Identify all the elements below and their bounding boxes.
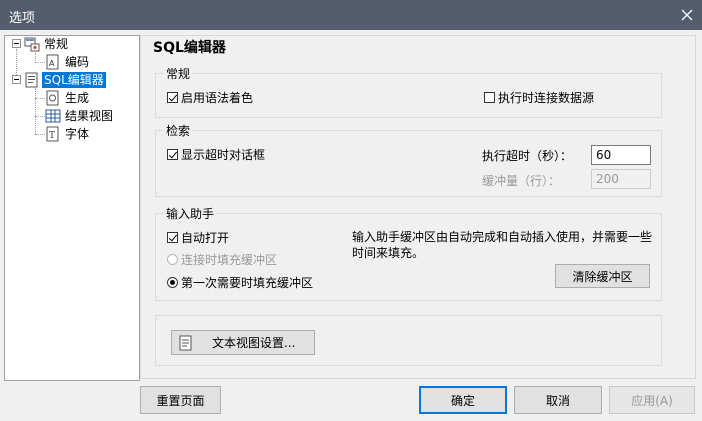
input-assistant-group-title: 输入助手 bbox=[164, 205, 217, 222]
generate-icon bbox=[46, 90, 59, 106]
sql-editor-icon bbox=[25, 72, 38, 88]
cancel-button[interactable]: 取消 bbox=[514, 386, 602, 414]
page-title: SQL编辑器 bbox=[153, 40, 226, 56]
window-title: 选项 bbox=[9, 11, 36, 26]
input-assistant-help-text: 输入助手缓冲区由自动完成和自动插入使用，并需要一些时间来填充。 bbox=[352, 230, 653, 260]
show-timeout-dialog-checkbox[interactable]: 显示超时对话框 bbox=[167, 146, 265, 163]
radio-circle bbox=[167, 254, 178, 265]
reset-page-button[interactable]: 重置页面 bbox=[140, 386, 221, 414]
exec-timeout-label: 执行超时（秒）： bbox=[482, 149, 573, 163]
checkbox-box bbox=[167, 92, 178, 103]
fill-on-first-need-radio[interactable]: 第一次需要时填充缓冲区 bbox=[167, 274, 313, 291]
clear-buffer-button[interactable]: 清除缓冲区 bbox=[555, 264, 650, 288]
auto-open-checkbox[interactable]: 自动打开 bbox=[167, 229, 229, 246]
text-view-settings-button[interactable]: 文本视图设置... bbox=[171, 330, 315, 355]
options-tree[interactable]: 常规 A 编码 SQL编辑器 生成 结果视图 T 字体 bbox=[4, 35, 140, 381]
title-bar: 选项 bbox=[0, 0, 702, 30]
buffer-rows-input[interactable]: 200 bbox=[591, 169, 651, 189]
close-icon bbox=[681, 9, 693, 21]
checkbox-box bbox=[167, 149, 178, 160]
tree-line bbox=[35, 134, 45, 135]
search-group bbox=[155, 130, 662, 197]
grid-icon bbox=[45, 109, 61, 123]
collapse-toggle-sql-editor[interactable] bbox=[12, 75, 21, 84]
svg-text:A: A bbox=[49, 59, 55, 68]
tree-item-general[interactable]: 常规 bbox=[24, 35, 70, 53]
tree-item-result-view[interactable]: 结果视图 bbox=[45, 107, 115, 125]
fill-on-connect-radio[interactable]: 连接时填充缓冲区 bbox=[167, 251, 277, 268]
radio-circle bbox=[167, 277, 178, 288]
checkbox-box bbox=[167, 232, 178, 243]
tree-line bbox=[35, 116, 45, 117]
buffer-rows-label: 缓冲量（行）： bbox=[482, 174, 561, 188]
general-group-title: 常规 bbox=[164, 65, 193, 82]
connect-on-execute-checkbox[interactable]: 执行时连接数据源 bbox=[484, 89, 594, 106]
ok-button[interactable]: 确定 bbox=[419, 386, 507, 414]
tree-line bbox=[35, 88, 36, 134]
encoding-icon: A bbox=[46, 54, 59, 70]
svg-text:T: T bbox=[49, 131, 55, 141]
search-group-title: 检索 bbox=[164, 122, 193, 139]
close-button[interactable] bbox=[672, 0, 702, 30]
tree-item-encoding[interactable]: A 编码 bbox=[45, 53, 91, 71]
tree-line bbox=[35, 98, 45, 99]
tree-line bbox=[35, 62, 45, 63]
exec-timeout-input[interactable]: 60 bbox=[591, 145, 651, 165]
text-settings-icon bbox=[179, 335, 192, 350]
apply-button[interactable]: 应用(A) bbox=[609, 386, 695, 414]
tree-item-generate[interactable]: 生成 bbox=[45, 89, 91, 107]
tree-item-font[interactable]: T 字体 bbox=[45, 125, 91, 143]
settings-icon bbox=[24, 37, 40, 52]
checkbox-box bbox=[484, 92, 495, 103]
font-icon: T bbox=[46, 126, 59, 142]
tree-item-sql-editor[interactable]: SQL编辑器 bbox=[24, 71, 106, 89]
collapse-toggle-general[interactable] bbox=[12, 39, 21, 48]
syntax-highlight-checkbox[interactable]: 启用语法着色 bbox=[167, 89, 253, 106]
